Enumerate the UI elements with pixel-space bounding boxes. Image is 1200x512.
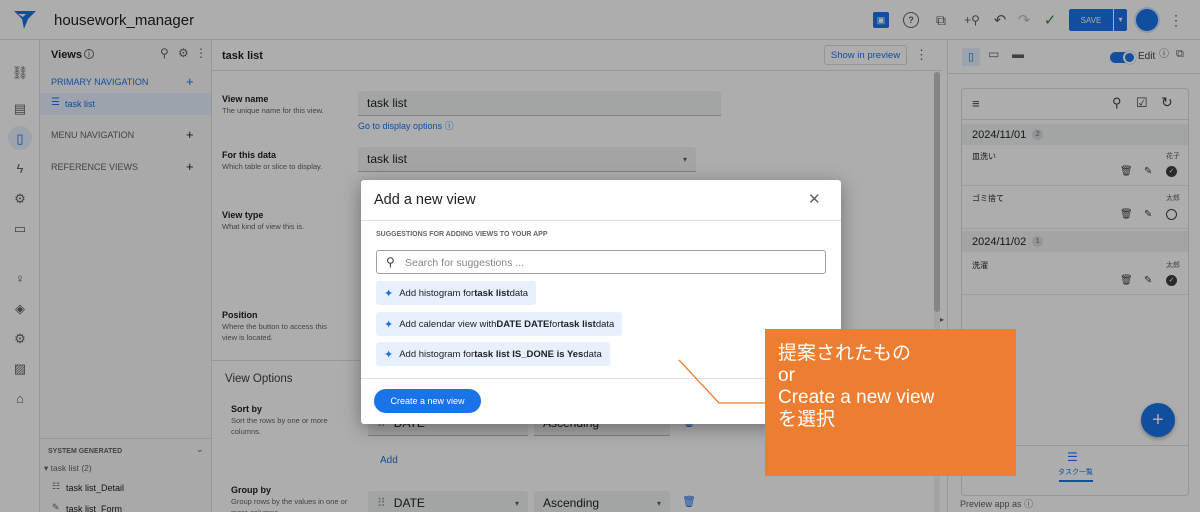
callout-line-4: を選択 xyxy=(778,409,836,430)
callout-line-1: 提案されたもの xyxy=(778,343,912,364)
callout-pointer-line xyxy=(678,359,765,404)
annotation-callout: 提案されたもの or Create a new view を選択 xyxy=(765,329,1016,476)
callout-line-3: Create a new view xyxy=(778,387,935,408)
callout-line-2: or xyxy=(778,365,795,386)
